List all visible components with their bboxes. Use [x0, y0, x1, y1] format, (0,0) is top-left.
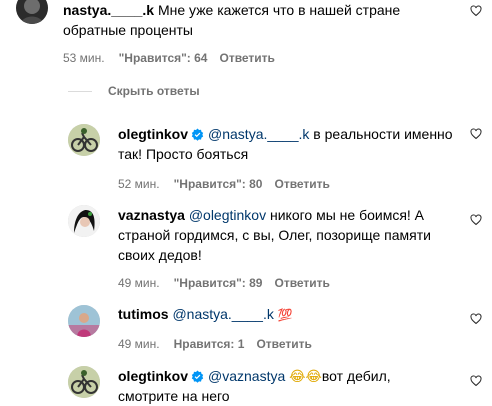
comment-meta: 49 мин. "Нравится": 89 Ответить	[118, 275, 330, 291]
emoji: 💯	[277, 308, 293, 322]
comment-meta: 52 мин. "Нравится": 80 Ответить	[118, 176, 330, 192]
comment-time[interactable]: 49 мин.	[118, 275, 160, 291]
username[interactable]: olegtinkov	[118, 126, 188, 142]
heart-outline-icon[interactable]	[470, 375, 482, 387]
avatar-vaznastya[interactable]	[68, 205, 100, 237]
verified-badge-icon	[191, 370, 204, 383]
heart-outline-icon[interactable]	[470, 313, 482, 325]
mention-link[interactable]: @nastya.____.k	[208, 126, 309, 142]
avatar-tutimos[interactable]	[68, 305, 100, 337]
comment-text-continued: своих дедов!	[118, 247, 202, 263]
comment-text-continued: страной гордимся, с вы, Олег, позорище п…	[118, 227, 431, 243]
likes-count[interactable]: "Нравится": 89	[174, 275, 263, 291]
heart-outline-icon[interactable]	[470, 214, 482, 226]
username[interactable]: vaznastya	[118, 207, 185, 223]
comment-text-continued: обратные проценты	[63, 22, 193, 38]
comment-meta: 49 мин. Нравится: 1 Ответить	[118, 336, 312, 352]
mention-link[interactable]: @nastya.____.k	[172, 306, 273, 322]
username[interactable]: nastya.____.k	[63, 2, 154, 18]
comment-text: olegtinkov @nastya.____.k в реальности им…	[118, 126, 453, 142]
comment-time[interactable]: 49 мин.	[118, 336, 160, 352]
comment-text: vaznastya @olegtinkov никого мы не боимс…	[118, 207, 425, 223]
avatar-olegtinkov[interactable]	[68, 366, 100, 398]
divider	[68, 91, 92, 92]
avatar-nastya[interactable]	[16, 0, 48, 24]
username[interactable]: tutimos	[118, 306, 169, 322]
heart-outline-icon[interactable]	[470, 128, 482, 140]
likes-count[interactable]: "Нравится": 80	[174, 176, 263, 192]
reply-button[interactable]: Ответить	[274, 176, 329, 192]
avatar-olegtinkov[interactable]	[68, 124, 100, 156]
heart-outline-icon[interactable]	[470, 5, 482, 17]
likes-count[interactable]: Нравится: 1	[174, 336, 245, 352]
mention-link[interactable]: @vaznastya	[208, 368, 285, 384]
comment-time[interactable]: 52 мин.	[118, 176, 160, 192]
mention-link[interactable]: @olegtinkov	[189, 207, 266, 223]
comment-text: olegtinkov @vaznastya 😂😂вот дебил,	[118, 368, 391, 385]
comment-text: tutimos @nastya.____.k 💯	[118, 304, 293, 325]
comment-text-continued: смотрите на него	[118, 388, 230, 404]
emoji: 😂😂	[289, 369, 322, 385]
hide-replies-button[interactable]: Скрыть ответы	[108, 83, 200, 99]
comment-text-continued: так! Просто бояться	[118, 146, 249, 162]
verified-badge-icon	[191, 128, 204, 141]
username[interactable]: olegtinkov	[118, 368, 188, 384]
comment-text: nastya.____.k Мне уже кажется что в наше…	[63, 2, 401, 18]
reply-button[interactable]: Ответить	[219, 50, 274, 66]
comment-time[interactable]: 53 мин.	[63, 50, 105, 66]
reply-button[interactable]: Ответить	[274, 275, 329, 291]
comment-meta: 53 мин. "Нравится": 64 Ответить	[63, 50, 275, 66]
likes-count[interactable]: "Нравится": 64	[119, 50, 208, 66]
reply-button[interactable]: Ответить	[256, 336, 311, 352]
